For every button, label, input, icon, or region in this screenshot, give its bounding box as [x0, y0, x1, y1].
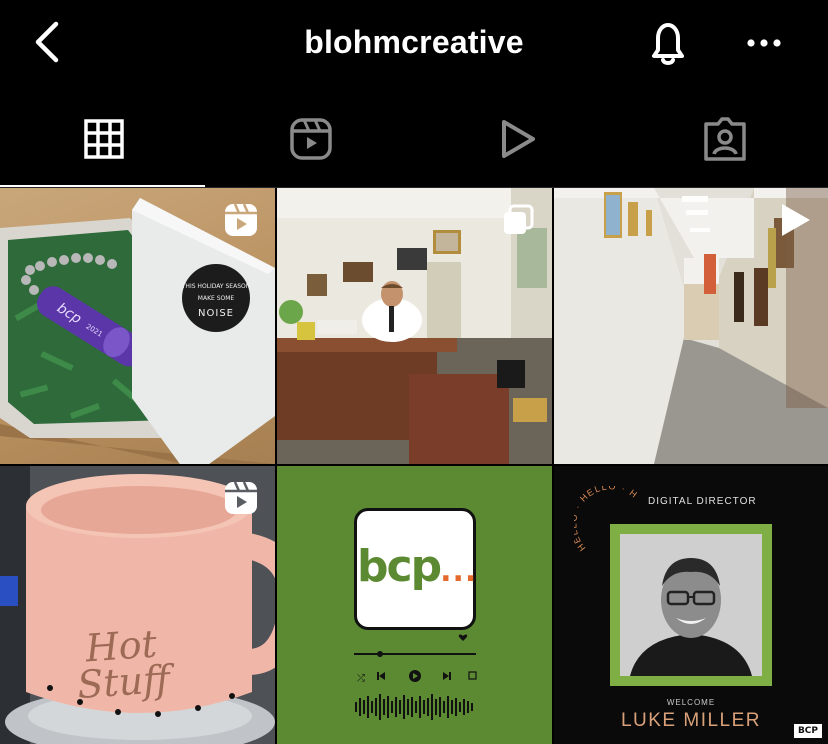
- carousel-badge: [500, 202, 536, 238]
- bcp-watermark: BCP: [793, 724, 822, 738]
- tab-reels[interactable]: [207, 90, 414, 188]
- more-horizontal-icon: [747, 39, 781, 47]
- tagged-user-icon: [703, 117, 746, 161]
- bell-icon: [652, 23, 684, 65]
- reels-badge: [223, 202, 259, 238]
- luke-portrait: [620, 534, 762, 676]
- post-thumbnail-mug[interactable]: Hot Stuff: [0, 466, 275, 744]
- portrait-frame: [610, 524, 772, 686]
- luke-role: DIGITAL DIRECTOR: [648, 496, 757, 507]
- video-badge: [776, 202, 812, 238]
- luke-name: LUKE MILLER: [620, 710, 762, 731]
- carousel-icon: [504, 204, 534, 234]
- profile-header: blohmcreative: [0, 0, 828, 90]
- tab-videos[interactable]: [414, 90, 621, 188]
- reels-badge: [223, 480, 259, 516]
- post-thumbnail-office[interactable]: [277, 188, 552, 464]
- tab-posts[interactable]: [0, 90, 207, 188]
- profile-username: blohmcreative: [304, 24, 524, 60]
- post-thumbnail-luke-miller[interactable]: HELLO · HELLO · HELLO DIGITAL DIRECTOR W…: [554, 466, 828, 744]
- play-icon: [501, 120, 535, 158]
- mug-lettering: Hot Stuff: [75, 621, 172, 708]
- bcp-logo-card: bcp...: [354, 508, 476, 630]
- grid-icon: [83, 119, 124, 159]
- post-thumbnail-hallway[interactable]: [554, 188, 828, 464]
- more-options-button[interactable]: [744, 28, 784, 58]
- svg-text:THIS HOLIDAY SEASON: THIS HOLIDAY SEASON: [181, 283, 250, 290]
- notifications-button[interactable]: [644, 18, 692, 68]
- reels-icon: [225, 481, 257, 514]
- post-thumbnail-bcp-player[interactable]: bcp... ⤮: [277, 466, 552, 744]
- bcp-logo: bcp...: [357, 541, 478, 592]
- posts-grid: bcp 2021 THIS HOLIDAY SEASON MAKE SOME N…: [0, 188, 828, 744]
- svg-text:⤮: ⤮: [357, 673, 365, 684]
- play-icon: [782, 204, 810, 236]
- music-player-controls: ⤮: [354, 634, 477, 720]
- tab-tagged[interactable]: [621, 90, 828, 188]
- reels-icon: [225, 203, 257, 236]
- svg-text:NOISE: NOISE: [198, 308, 234, 319]
- luke-welcome: WELCOME: [666, 698, 716, 707]
- svg-text:MAKE SOME: MAKE SOME: [198, 295, 235, 302]
- box-lid-seal: THIS HOLIDAY SEASON MAKE SOME NOISE: [181, 264, 250, 332]
- post-thumbnail-gift-box[interactable]: bcp 2021 THIS HOLIDAY SEASON MAKE SOME N…: [0, 188, 275, 464]
- profile-tabs: [0, 90, 828, 188]
- reels-icon: [289, 118, 332, 160]
